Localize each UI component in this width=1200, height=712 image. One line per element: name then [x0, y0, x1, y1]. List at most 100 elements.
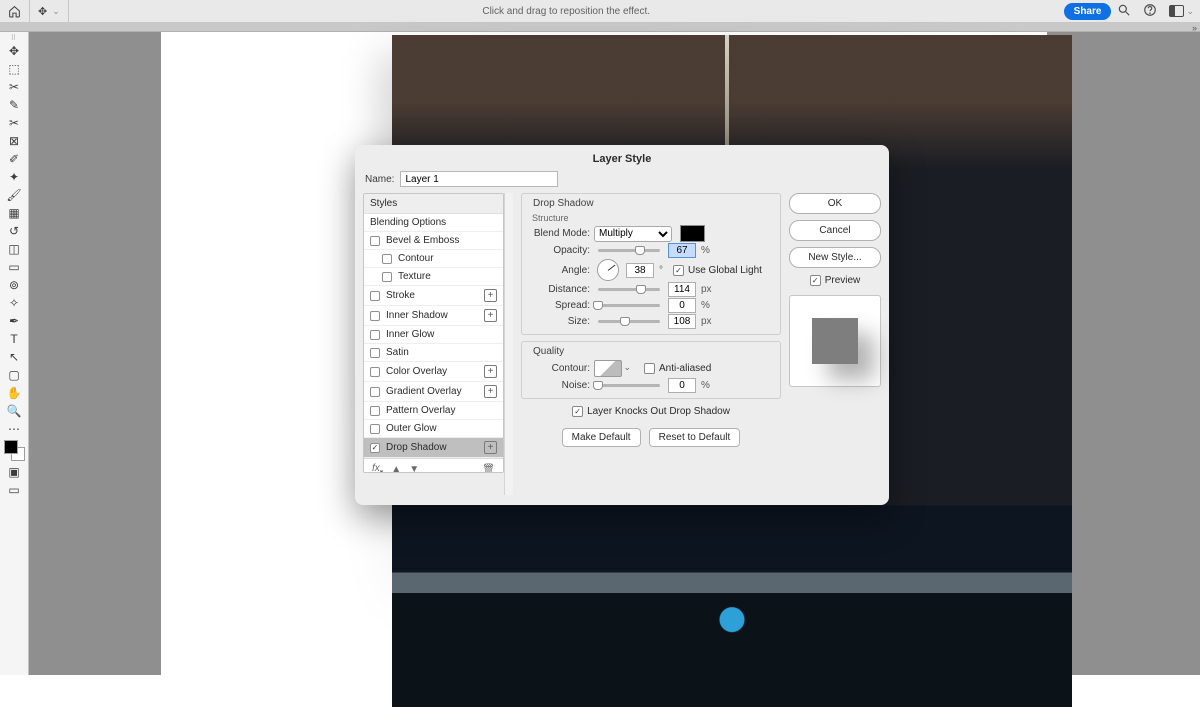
tool-crop[interactable]: ✂: [1, 114, 27, 132]
style-satin[interactable]: Satin: [364, 344, 503, 362]
tool-healing[interactable]: ✦: [1, 168, 27, 186]
contour-picker[interactable]: [594, 360, 622, 377]
style-inner-shadow[interactable]: Inner Shadow+: [364, 306, 503, 326]
angle-input[interactable]: [626, 263, 654, 278]
home-button[interactable]: [0, 0, 30, 23]
new-style-button[interactable]: New Style...: [789, 247, 881, 268]
styles-header[interactable]: Styles: [364, 194, 503, 214]
angle-dial[interactable]: [597, 259, 619, 281]
style-checkbox[interactable]: [370, 424, 380, 434]
tool-edit-toolbar[interactable]: ⋯: [1, 420, 27, 438]
foreground-color[interactable]: [4, 440, 18, 454]
screen-mode-tool[interactable]: ▭: [1, 481, 27, 499]
tool-marquee[interactable]: ⬚: [1, 60, 27, 78]
tool-brush[interactable]: 🖌: [1, 186, 27, 204]
blending-options[interactable]: Blending Options: [364, 214, 503, 232]
anti-aliased-checkbox[interactable]: [644, 363, 655, 374]
move-tool-indicator[interactable]: ✥ ⌄: [30, 0, 69, 23]
style-checkbox[interactable]: [370, 367, 380, 377]
trash-icon[interactable]: 🗑: [482, 464, 495, 473]
tool-rectangle[interactable]: ▢: [1, 366, 27, 384]
style-checkbox[interactable]: [370, 330, 380, 340]
chevron-down-icon[interactable]: ⌄: [1186, 6, 1194, 17]
tool-move[interactable]: ✥: [1, 42, 27, 60]
add-effect-icon[interactable]: +: [484, 289, 497, 302]
style-checkbox[interactable]: [370, 291, 380, 301]
share-button[interactable]: Share: [1064, 3, 1112, 20]
style-texture[interactable]: Texture: [364, 268, 503, 286]
tool-zoom[interactable]: 🔍: [1, 402, 27, 420]
style-pattern-overlay[interactable]: Pattern Overlay: [364, 402, 503, 420]
size-input[interactable]: [668, 314, 696, 329]
tool-gradient[interactable]: ▭: [1, 258, 27, 276]
style-stroke[interactable]: Stroke+: [364, 286, 503, 306]
style-label: Pattern Overlay: [386, 405, 455, 416]
preview-swatch: [812, 318, 858, 364]
style-checkbox[interactable]: [370, 236, 380, 246]
distance-input[interactable]: [668, 282, 696, 297]
style-bevel-emboss[interactable]: Bevel & Emboss: [364, 232, 503, 250]
style-checkbox[interactable]: [370, 387, 380, 397]
opacity-slider[interactable]: [598, 249, 660, 252]
preview-checkbox[interactable]: [810, 275, 821, 286]
quick-mask-button[interactable]: ▣: [1, 463, 27, 481]
tool-frame[interactable]: ⊠: [1, 132, 27, 150]
noise-input[interactable]: [668, 378, 696, 393]
ok-button[interactable]: OK: [789, 193, 881, 214]
tool-eraser[interactable]: ◫: [1, 240, 27, 258]
styles-scrollbar[interactable]: [504, 193, 513, 495]
opacity-input[interactable]: [668, 243, 696, 258]
style-checkbox[interactable]: [370, 311, 380, 321]
reset-default-button[interactable]: Reset to Default: [649, 428, 741, 447]
tool-hand[interactable]: ✋: [1, 384, 27, 402]
style-checkbox[interactable]: [370, 406, 380, 416]
tool-lasso[interactable]: ✂: [1, 78, 27, 96]
color-swatches[interactable]: [4, 440, 25, 461]
shadow-color-swatch[interactable]: [680, 225, 705, 242]
style-contour[interactable]: Contour: [364, 250, 503, 268]
cancel-button[interactable]: Cancel: [789, 220, 881, 241]
distance-slider[interactable]: [598, 288, 660, 291]
tool-eyedropper[interactable]: ✐: [1, 150, 27, 168]
tool-history-brush[interactable]: ↺: [1, 222, 27, 240]
knockout-checkbox[interactable]: [572, 406, 583, 417]
style-checkbox[interactable]: [370, 348, 380, 358]
add-effect-icon[interactable]: +: [484, 309, 497, 322]
spread-input[interactable]: [668, 298, 696, 313]
move-down-icon[interactable]: ▼: [409, 464, 419, 473]
tool-type[interactable]: T: [1, 330, 27, 348]
options-bar: ✥ ⌄ Click and drag to reposition the eff…: [0, 0, 1200, 23]
knockout-label: Layer Knocks Out Drop Shadow: [587, 406, 730, 417]
blend-mode-select[interactable]: Multiply: [594, 226, 672, 242]
style-outer-glow[interactable]: Outer Glow: [364, 420, 503, 438]
tool-dodge[interactable]: ✧: [1, 294, 27, 312]
search-icon[interactable]: [1117, 3, 1131, 20]
style-color-overlay[interactable]: Color Overlay+: [364, 362, 503, 382]
tool-blur[interactable]: ⊚: [1, 276, 27, 294]
opacity-label: Opacity:: [528, 245, 590, 256]
spread-slider[interactable]: [598, 304, 660, 307]
style-checkbox[interactable]: [382, 254, 392, 264]
tool-path-select[interactable]: ↖: [1, 348, 27, 366]
noise-slider[interactable]: [598, 384, 660, 387]
style-checkbox[interactable]: [370, 443, 380, 453]
global-light-checkbox[interactable]: [673, 265, 684, 276]
help-icon[interactable]: [1143, 3, 1157, 20]
tool-quick-select[interactable]: ✎: [1, 96, 27, 114]
style-checkbox[interactable]: [382, 272, 392, 282]
tool-pen[interactable]: ✒: [1, 312, 27, 330]
style-drop-shadow[interactable]: Drop Shadow+: [364, 438, 503, 458]
panel-grip-icon[interactable]: ⠿: [11, 34, 17, 42]
fx-menu-icon[interactable]: fx▾: [372, 463, 383, 473]
layer-name-input[interactable]: [400, 171, 558, 187]
size-slider[interactable]: [598, 320, 660, 323]
tool-clone[interactable]: ▦: [1, 204, 27, 222]
make-default-button[interactable]: Make Default: [562, 428, 641, 447]
style-gradient-overlay[interactable]: Gradient Overlay+: [364, 382, 503, 402]
style-inner-glow[interactable]: Inner Glow: [364, 326, 503, 344]
move-up-icon[interactable]: ▲: [391, 464, 401, 473]
add-effect-icon[interactable]: +: [484, 441, 497, 454]
screen-mode-button[interactable]: [1169, 5, 1184, 17]
add-effect-icon[interactable]: +: [484, 365, 497, 378]
add-effect-icon[interactable]: +: [484, 385, 497, 398]
